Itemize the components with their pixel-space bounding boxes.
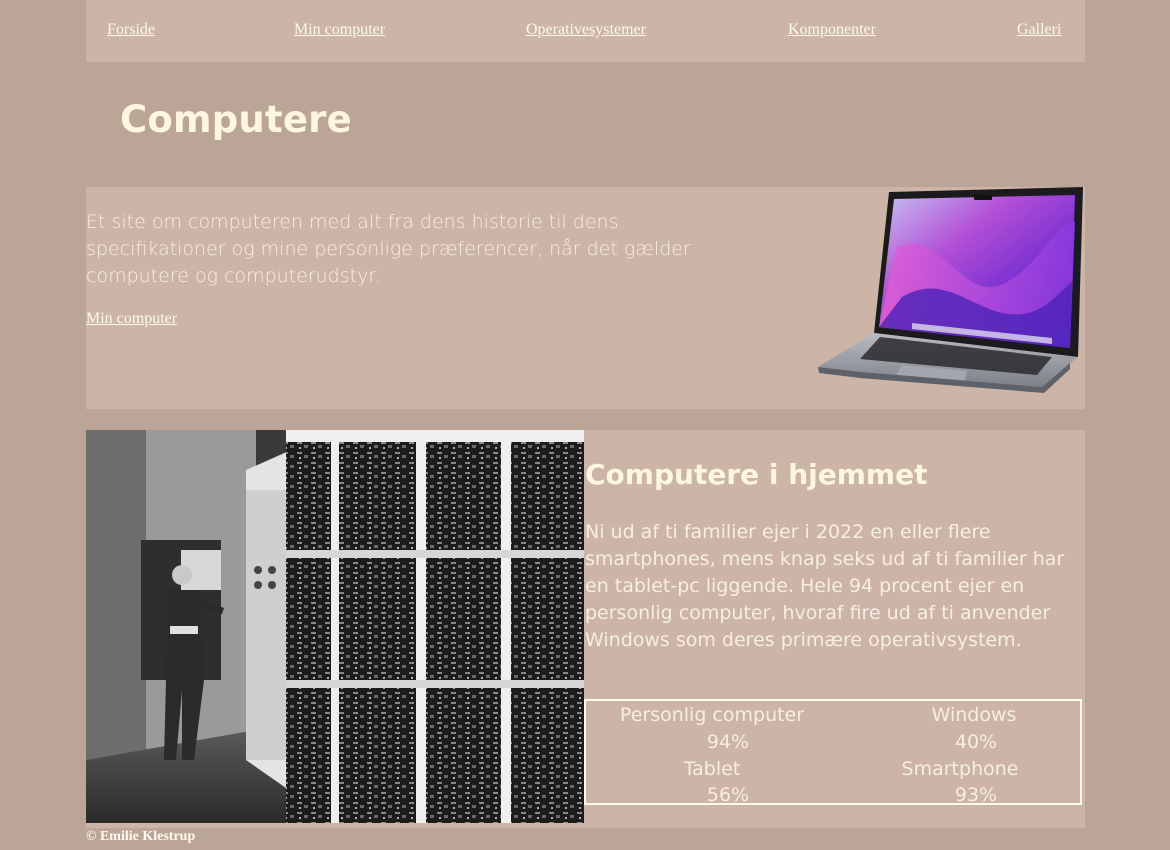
nav-link-min-computer[interactable]: Min computer — [294, 21, 385, 39]
top-nav: Forside Min computer Operativesystemer K… — [86, 0, 1085, 62]
nav-link-komponenter[interactable]: Komponenter — [788, 21, 876, 39]
min-computer-link[interactable]: Min computer — [86, 310, 177, 328]
vintage-computer-photo — [86, 430, 584, 823]
laptop-image — [818, 187, 1083, 393]
page-title: Computere — [120, 98, 352, 141]
stat-value-personlig-computer: 94% — [706, 731, 750, 753]
home-title: Computere i hjemmet — [585, 458, 928, 491]
intro-text: Et site om computeren med alt fra dens h… — [86, 211, 691, 287]
stat-value-windows: 40% — [954, 731, 998, 753]
stat-label-smartphone: Smartphone — [901, 758, 1019, 780]
stat-value-tablet: 56% — [706, 784, 750, 806]
nav-link-operativesystemer[interactable]: Operativesystemer — [526, 21, 646, 39]
stat-label-windows: Windows — [931, 704, 1017, 726]
stat-value-smartphone: 93% — [954, 784, 998, 806]
nav-link-galleri[interactable]: Galleri — [1017, 21, 1061, 39]
nav-link-forside[interactable]: Forside — [107, 21, 155, 39]
home-section: Computere i hjemmet Ni ud af ti familier… — [86, 430, 1085, 828]
stat-label-personlig-computer: Personlig computer — [619, 704, 805, 726]
stat-label-tablet: Tablet — [683, 758, 741, 780]
footer-copyright: © Emilie Klestrup — [86, 829, 196, 844]
stats-table: Personlig computer Windows 94% 40% Table… — [584, 699, 1082, 806]
home-text: Ni ud af ti familier ejer i 2022 en elle… — [585, 521, 1065, 651]
intro-section: Et site om computeren med alt fra dens h… — [86, 187, 1085, 409]
